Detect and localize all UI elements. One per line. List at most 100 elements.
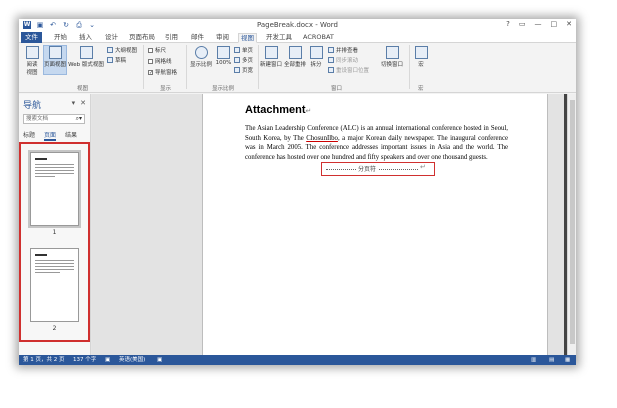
page-break-highlight: 分页符 ↵ bbox=[321, 162, 435, 176]
maximize-button[interactable]: □ bbox=[551, 20, 558, 28]
search-icon[interactable]: ⌕▾ bbox=[76, 115, 82, 123]
new-window-icon bbox=[264, 46, 278, 59]
tab-file[interactable]: 文件 bbox=[21, 32, 42, 43]
paragraph-mark-icon: ↵ bbox=[420, 163, 426, 171]
navigation-pane: 导航 ▾ ✕ 搜索文档 ⌕▾ 标题 页面 结果 1 2 bbox=[19, 94, 91, 355]
word-window: W ▣ ↶ ↻ ⎙ ⌄ PageBreak.docx - Word ? ▭ — … bbox=[19, 19, 576, 365]
tab-layout[interactable]: 页面布局 bbox=[127, 33, 157, 43]
title-bar: W ▣ ↶ ↻ ⎙ ⌄ PageBreak.docx - Word ? ▭ — … bbox=[19, 19, 576, 32]
switch-windows-icon bbox=[385, 46, 399, 59]
tab-developer[interactable]: 开发工具 bbox=[264, 33, 294, 43]
close-icon[interactable]: ✕ bbox=[80, 99, 86, 107]
group-separator bbox=[409, 45, 410, 89]
nav-pane-checkbox[interactable]: ✓ 导航窗格 bbox=[148, 68, 177, 76]
page-icon bbox=[48, 46, 62, 59]
tab-review[interactable]: 审阅 bbox=[214, 33, 231, 43]
read-mode-icon[interactable]: ▥ bbox=[531, 355, 536, 365]
scrollbar-thumb[interactable] bbox=[570, 100, 575, 344]
help-button[interactable]: ? bbox=[506, 20, 510, 28]
draft-button[interactable]: 草稿 bbox=[107, 56, 126, 64]
nav-search-input[interactable]: 搜索文档 ⌕▾ bbox=[23, 114, 85, 124]
page-number-label: 2 bbox=[52, 325, 57, 332]
ribbon-tabs: 文件 开始 插入 设计 页面布局 引用 邮件 审阅 视图 开发工具 ACROBA… bbox=[19, 32, 576, 43]
proofing-icon[interactable]: ▣ bbox=[105, 355, 110, 365]
gridlines-checkbox[interactable]: 网格线 bbox=[148, 57, 172, 65]
tab-insert[interactable]: 插入 bbox=[77, 33, 94, 43]
page-break-label[interactable]: 分页符 bbox=[356, 164, 379, 173]
magnifier-icon bbox=[194, 46, 208, 59]
tab-view[interactable]: 视图 bbox=[238, 33, 257, 43]
outline-button[interactable]: 大纲视图 bbox=[107, 46, 137, 54]
reset-position-button[interactable]: 重设窗口位置 bbox=[328, 66, 369, 74]
document-heading[interactable]: Attachment↵ bbox=[245, 104, 311, 116]
macro-icon bbox=[414, 46, 428, 59]
group-separator bbox=[143, 45, 144, 89]
document-title: PageBreak.docx - Word bbox=[256, 21, 339, 29]
tab-mailings[interactable]: 邮件 bbox=[189, 33, 206, 43]
document-page[interactable]: Attachment↵ The Asian Leadership Confere… bbox=[202, 94, 548, 355]
workspace: 导航 ▾ ✕ 搜索文档 ⌕▾ 标题 页面 结果 1 2 Attachment↵ … bbox=[19, 94, 576, 355]
ruler-checkbox[interactable]: 标尺 bbox=[148, 46, 166, 54]
page-thumbnail-1[interactable] bbox=[28, 150, 81, 228]
new-window-button[interactable]: 新建窗口 bbox=[260, 46, 282, 68]
vertical-scrollbar[interactable] bbox=[567, 94, 576, 355]
page-thumbnail-2[interactable] bbox=[30, 248, 79, 322]
side-by-side-button[interactable]: 并排查看 bbox=[328, 46, 358, 54]
book-icon bbox=[25, 46, 39, 59]
multiple-pages-button[interactable]: 多页 bbox=[234, 56, 253, 64]
tab-acrobat[interactable]: ACROBAT bbox=[301, 33, 336, 43]
zoom-button[interactable]: 显示比例 bbox=[189, 46, 213, 68]
paragraph-mark-icon: ↵ bbox=[305, 108, 312, 115]
spellcheck-word: ChosunIlbo bbox=[306, 134, 338, 142]
language-status[interactable]: 英语(美国) bbox=[119, 355, 145, 365]
web-layout-button[interactable]: Web 版式视图 bbox=[68, 46, 104, 68]
one-page-icon bbox=[234, 47, 240, 53]
tab-home[interactable]: 开始 bbox=[52, 33, 69, 43]
one-page-button[interactable]: 单页 bbox=[234, 46, 253, 54]
macros-button[interactable]: 宏 bbox=[412, 46, 430, 68]
document-area: Attachment↵ The Asian Leadership Confere… bbox=[92, 94, 576, 355]
views-group-label: 视图 bbox=[77, 86, 89, 92]
macros-group-label: 宏 bbox=[418, 86, 424, 92]
print-layout-icon[interactable]: ▤ bbox=[549, 355, 554, 365]
sync-scroll-button[interactable]: 同步滚动 bbox=[328, 56, 358, 64]
nav-pane-title: 导航 bbox=[23, 101, 42, 111]
outline-icon bbox=[107, 47, 113, 53]
minimize-button[interactable]: — bbox=[535, 20, 542, 28]
arrange-all-button[interactable]: 全部重排 bbox=[284, 46, 306, 68]
tab-references[interactable]: 引用 bbox=[163, 33, 180, 43]
globe-icon bbox=[79, 46, 93, 59]
page-count-status[interactable]: 第 1 页，共 2 页 bbox=[23, 355, 65, 365]
zoom-group-label: 显示比例 bbox=[212, 86, 235, 92]
status-bar: 第 1 页，共 2 页 137 个字 ▣ 英语(美国) ▣ ▥ ▤ ▦ bbox=[19, 355, 576, 365]
tab-design[interactable]: 设计 bbox=[103, 33, 120, 43]
print-layout-button[interactable]: 页面视图 bbox=[43, 45, 67, 75]
show-group-label: 显示 bbox=[160, 86, 172, 92]
zoom-100-button[interactable]: 100% bbox=[215, 46, 232, 66]
ribbon-display-button[interactable]: ▭ bbox=[519, 20, 526, 28]
split-button[interactable]: 拆分 bbox=[308, 46, 324, 68]
window-controls: ? ▭ — □ ✕ bbox=[506, 20, 572, 28]
page-number-label: 1 bbox=[52, 229, 57, 236]
chevron-down-icon[interactable]: ▾ bbox=[72, 99, 76, 107]
split-icon bbox=[309, 46, 323, 59]
sync-scroll-icon bbox=[328, 57, 334, 63]
multi-page-icon bbox=[234, 57, 240, 63]
page-width-button[interactable]: 页宽 bbox=[234, 66, 253, 74]
document-paragraph[interactable]: The Asian Leadership Conference (ALC) is… bbox=[245, 124, 508, 162]
nav-tabs: 标题 页面 结果 bbox=[23, 130, 77, 141]
ribbon-view: 阅读 视图 页面视图 Web 版式视图 大纲视图 草稿 视图 标尺 网格线 ✓ 导… bbox=[19, 43, 576, 93]
nav-tab-pages[interactable]: 页面 bbox=[44, 130, 57, 141]
nav-tab-results[interactable]: 结果 bbox=[65, 130, 77, 141]
page-100-icon bbox=[217, 46, 230, 59]
close-button[interactable]: ✕ bbox=[566, 20, 572, 28]
nav-pane-controls: ▾ ✕ bbox=[72, 99, 86, 107]
macro-record-icon[interactable]: ▣ bbox=[157, 355, 162, 365]
web-layout-icon[interactable]: ▦ bbox=[565, 355, 570, 365]
nav-tab-headings[interactable]: 标题 bbox=[23, 130, 35, 141]
page-thumbnails: 1 2 bbox=[19, 142, 90, 342]
read-mode-button[interactable]: 阅读 视图 bbox=[22, 46, 42, 76]
switch-windows-button[interactable]: 切换窗口 bbox=[380, 46, 404, 68]
word-count-status[interactable]: 137 个字 bbox=[73, 355, 96, 365]
arrange-icon bbox=[288, 46, 302, 59]
